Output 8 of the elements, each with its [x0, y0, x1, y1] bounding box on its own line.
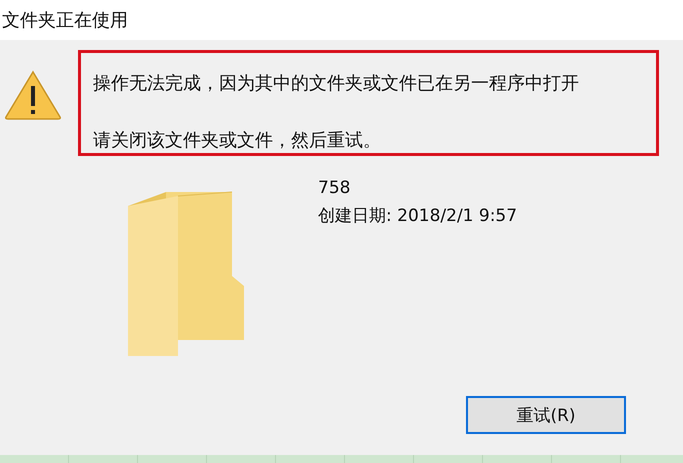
message-text: 请关闭该文件夹或文件，然后重试。 — [93, 129, 382, 152]
window-title: 文件夹正在使用 — [1, 9, 128, 32]
retry-button[interactable]: 重试(R) — [466, 396, 626, 434]
warning-icon — [4, 70, 62, 120]
message-text: 操作无法完成，因为其中的文件夹或文件已在另一程序中打开 — [93, 72, 580, 95]
file-details: 创建日期: 2018/2/1 9:57 — [318, 205, 518, 227]
file-name: 758 — [318, 178, 352, 198]
folder-icon — [126, 190, 246, 358]
